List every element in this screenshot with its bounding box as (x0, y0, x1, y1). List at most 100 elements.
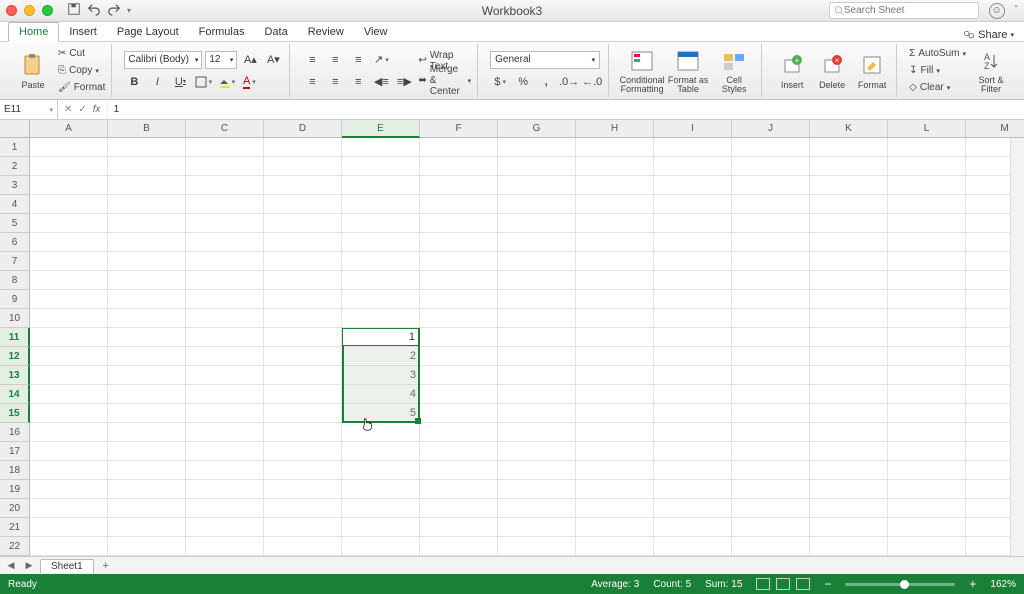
cell-J18[interactable] (732, 461, 810, 480)
cell-D3[interactable] (264, 176, 342, 195)
col-header-F[interactable]: F (420, 120, 498, 138)
cell-E5[interactable] (342, 214, 420, 233)
cell-G17[interactable] (498, 442, 576, 461)
cell-F7[interactable] (420, 252, 498, 271)
col-header-J[interactable]: J (732, 120, 810, 138)
cell-I14[interactable] (654, 385, 732, 404)
fill-button[interactable]: ↧Fill▾ (909, 63, 966, 79)
search-field[interactable] (844, 5, 974, 16)
border-button[interactable] (193, 73, 213, 91)
cell-K20[interactable] (810, 499, 888, 518)
zoom-out-button[interactable]: − (824, 577, 831, 591)
cell-F13[interactable] (420, 366, 498, 385)
cell-B14[interactable] (108, 385, 186, 404)
cell-E10[interactable] (342, 309, 420, 328)
cell-C4[interactable] (186, 195, 264, 214)
merge-center-button[interactable]: ⬌Merge & Center▾ (418, 73, 471, 89)
row-header-1[interactable]: 1 (0, 138, 30, 157)
cell-K13[interactable] (810, 366, 888, 385)
cell-J8[interactable] (732, 271, 810, 290)
cell-K15[interactable] (810, 404, 888, 423)
cell-H8[interactable] (576, 271, 654, 290)
cell-K14[interactable] (810, 385, 888, 404)
col-header-C[interactable]: C (186, 120, 264, 138)
cell-H10[interactable] (576, 309, 654, 328)
cell-H19[interactable] (576, 480, 654, 499)
cell-D14[interactable] (264, 385, 342, 404)
cell-K12[interactable] (810, 347, 888, 366)
cell-C1[interactable] (186, 138, 264, 157)
cell-D15[interactable] (264, 404, 342, 423)
cell-A4[interactable] (30, 195, 108, 214)
cell-I6[interactable] (654, 233, 732, 252)
cell-E17[interactable] (342, 442, 420, 461)
align-center-button[interactable]: ≡ (325, 73, 345, 91)
add-sheet-button[interactable]: + (98, 559, 114, 573)
cell-E14[interactable]: 4 (342, 385, 420, 404)
row-header-2[interactable]: 2 (0, 157, 30, 176)
cell-B3[interactable] (108, 176, 186, 195)
align-right-button[interactable]: ≡ (348, 73, 368, 91)
cell-E2[interactable] (342, 157, 420, 176)
cell-C20[interactable] (186, 499, 264, 518)
cell-D20[interactable] (264, 499, 342, 518)
row-header-5[interactable]: 5 (0, 214, 30, 233)
cell-D19[interactable] (264, 480, 342, 499)
search-sheet-input[interactable] (829, 2, 979, 19)
grow-font-button[interactable]: A▴ (240, 51, 260, 69)
cell-G13[interactable] (498, 366, 576, 385)
cell-L21[interactable] (888, 518, 966, 537)
cell-L15[interactable] (888, 404, 966, 423)
qat-caret-icon[interactable]: ▾ (127, 6, 131, 15)
cell-A18[interactable] (30, 461, 108, 480)
cell-L17[interactable] (888, 442, 966, 461)
cell-J5[interactable] (732, 214, 810, 233)
cell-I5[interactable] (654, 214, 732, 233)
cell-K8[interactable] (810, 271, 888, 290)
row-header-9[interactable]: 9 (0, 290, 30, 309)
cell-C12[interactable] (186, 347, 264, 366)
cell-J10[interactable] (732, 309, 810, 328)
cell-D13[interactable] (264, 366, 342, 385)
cell-L14[interactable] (888, 385, 966, 404)
cell-K9[interactable] (810, 290, 888, 309)
cell-G20[interactable] (498, 499, 576, 518)
cell-F6[interactable] (420, 233, 498, 252)
cell-K17[interactable] (810, 442, 888, 461)
row-header-21[interactable]: 21 (0, 518, 30, 537)
row-header-7[interactable]: 7 (0, 252, 30, 271)
cell-B21[interactable] (108, 518, 186, 537)
cell-J21[interactable] (732, 518, 810, 537)
cell-A1[interactable] (30, 138, 108, 157)
cell-C21[interactable] (186, 518, 264, 537)
cell-H5[interactable] (576, 214, 654, 233)
cell-K6[interactable] (810, 233, 888, 252)
cell-G8[interactable] (498, 271, 576, 290)
cell-A9[interactable] (30, 290, 108, 309)
cell-C15[interactable] (186, 404, 264, 423)
cell-F17[interactable] (420, 442, 498, 461)
cell-L6[interactable] (888, 233, 966, 252)
cell-C2[interactable] (186, 157, 264, 176)
cell-H14[interactable] (576, 385, 654, 404)
cell-D17[interactable] (264, 442, 342, 461)
cell-G4[interactable] (498, 195, 576, 214)
cell-K21[interactable] (810, 518, 888, 537)
col-header-G[interactable]: G (498, 120, 576, 138)
cell-J20[interactable] (732, 499, 810, 518)
cell-K16[interactable] (810, 423, 888, 442)
cut-button[interactable]: ✂Cut (58, 46, 105, 62)
cell-F8[interactable] (420, 271, 498, 290)
cell-styles-button[interactable]: Cell Styles (713, 48, 755, 94)
cell-A15[interactable] (30, 404, 108, 423)
ribbon-toggle-icon[interactable]: ˆ (1015, 5, 1018, 16)
cell-A14[interactable] (30, 385, 108, 404)
cell-I9[interactable] (654, 290, 732, 309)
cell-J11[interactable] (732, 328, 810, 347)
name-box[interactable]: E11▾ (0, 100, 58, 119)
active-cell[interactable]: 1 (342, 328, 419, 346)
cell-H3[interactable] (576, 176, 654, 195)
cell-D9[interactable] (264, 290, 342, 309)
cell-J14[interactable] (732, 385, 810, 404)
cell-B22[interactable] (108, 537, 186, 556)
